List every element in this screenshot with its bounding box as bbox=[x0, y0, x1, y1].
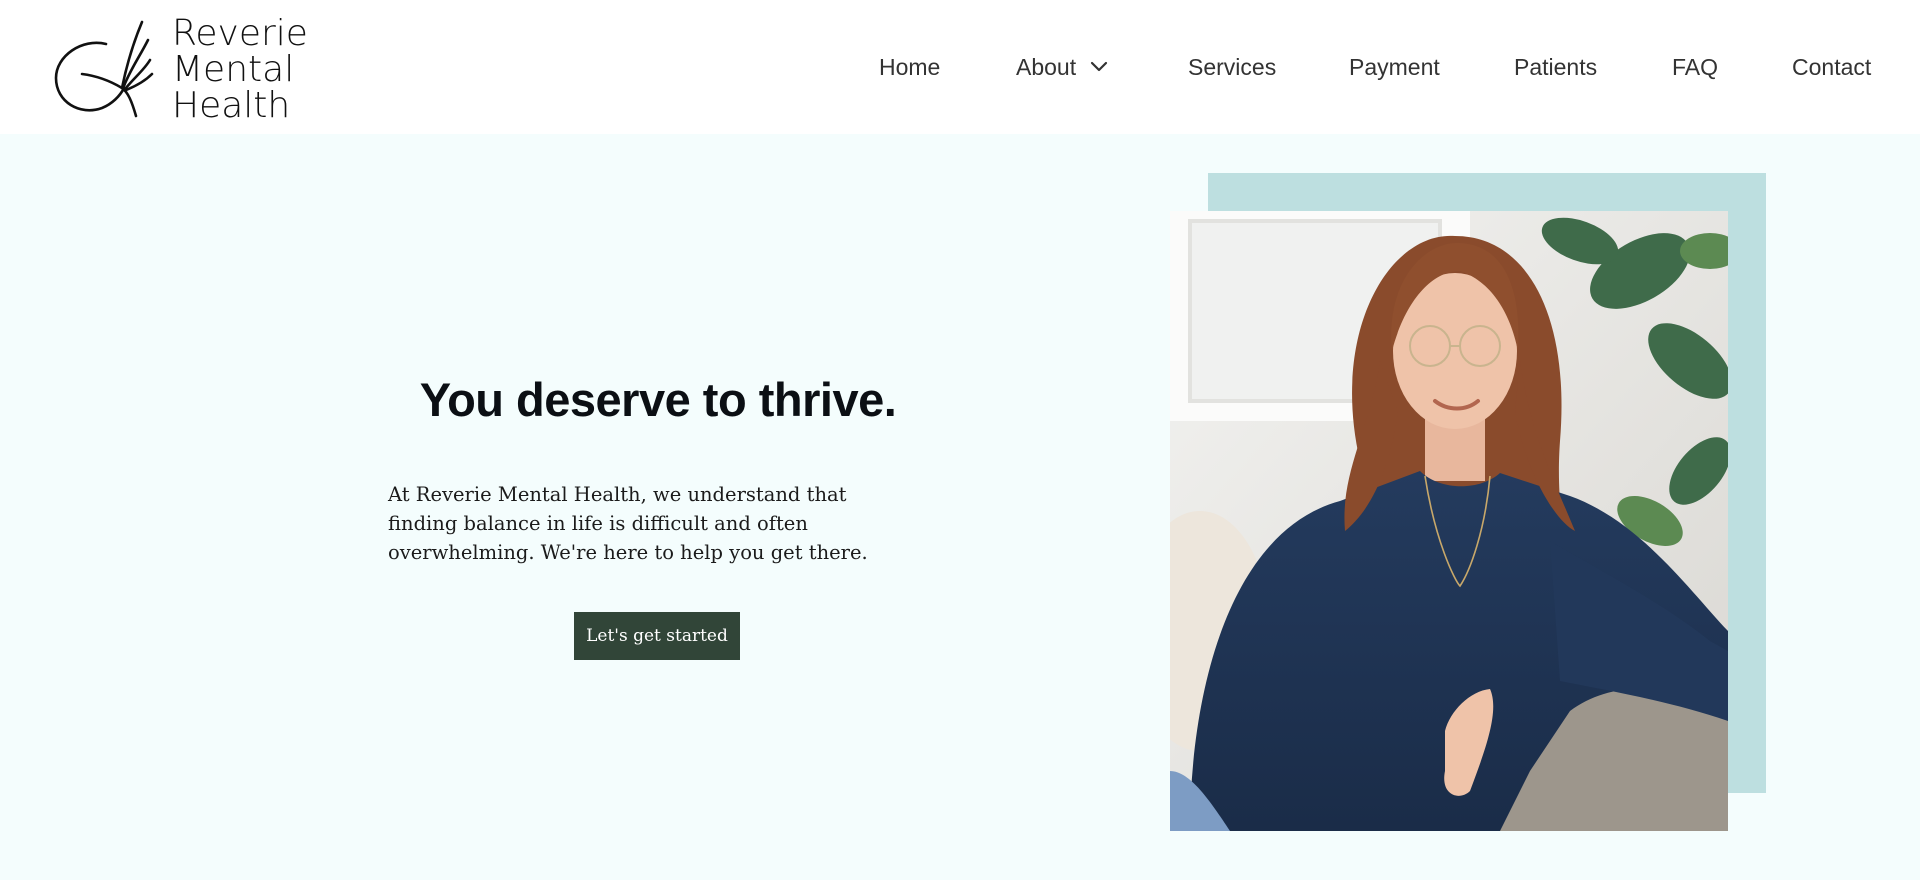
nav-faq[interactable]: FAQ bbox=[1672, 50, 1718, 84]
therapist-photo bbox=[1170, 211, 1728, 831]
get-started-button[interactable]: Let's get started bbox=[574, 612, 740, 660]
site-header: Reverie Mental Health Home About Service… bbox=[0, 0, 1920, 134]
nav-about-label: About bbox=[1016, 53, 1077, 80]
nav-contact[interactable]: Contact bbox=[1792, 50, 1871, 84]
nav-home[interactable]: Home bbox=[879, 50, 940, 84]
main-nav: Home About Services Payment Patients FAQ… bbox=[0, 50, 1920, 84]
brand-line-1: Reverie bbox=[172, 13, 308, 54]
chevron-down-icon bbox=[1091, 61, 1108, 72]
nav-payment[interactable]: Payment bbox=[1349, 50, 1440, 84]
hero-description: At Reverie Mental Health, we understand … bbox=[388, 483, 868, 564]
hero-title: You deserve to thrive. bbox=[419, 373, 897, 426]
brand-line-3: Health bbox=[172, 85, 291, 126]
nav-about[interactable]: About bbox=[1016, 50, 1108, 84]
hero-section: You deserve to thrive. At Reverie Mental… bbox=[0, 134, 1920, 880]
nav-services[interactable]: Services bbox=[1188, 50, 1276, 84]
nav-patients[interactable]: Patients bbox=[1514, 50, 1597, 84]
